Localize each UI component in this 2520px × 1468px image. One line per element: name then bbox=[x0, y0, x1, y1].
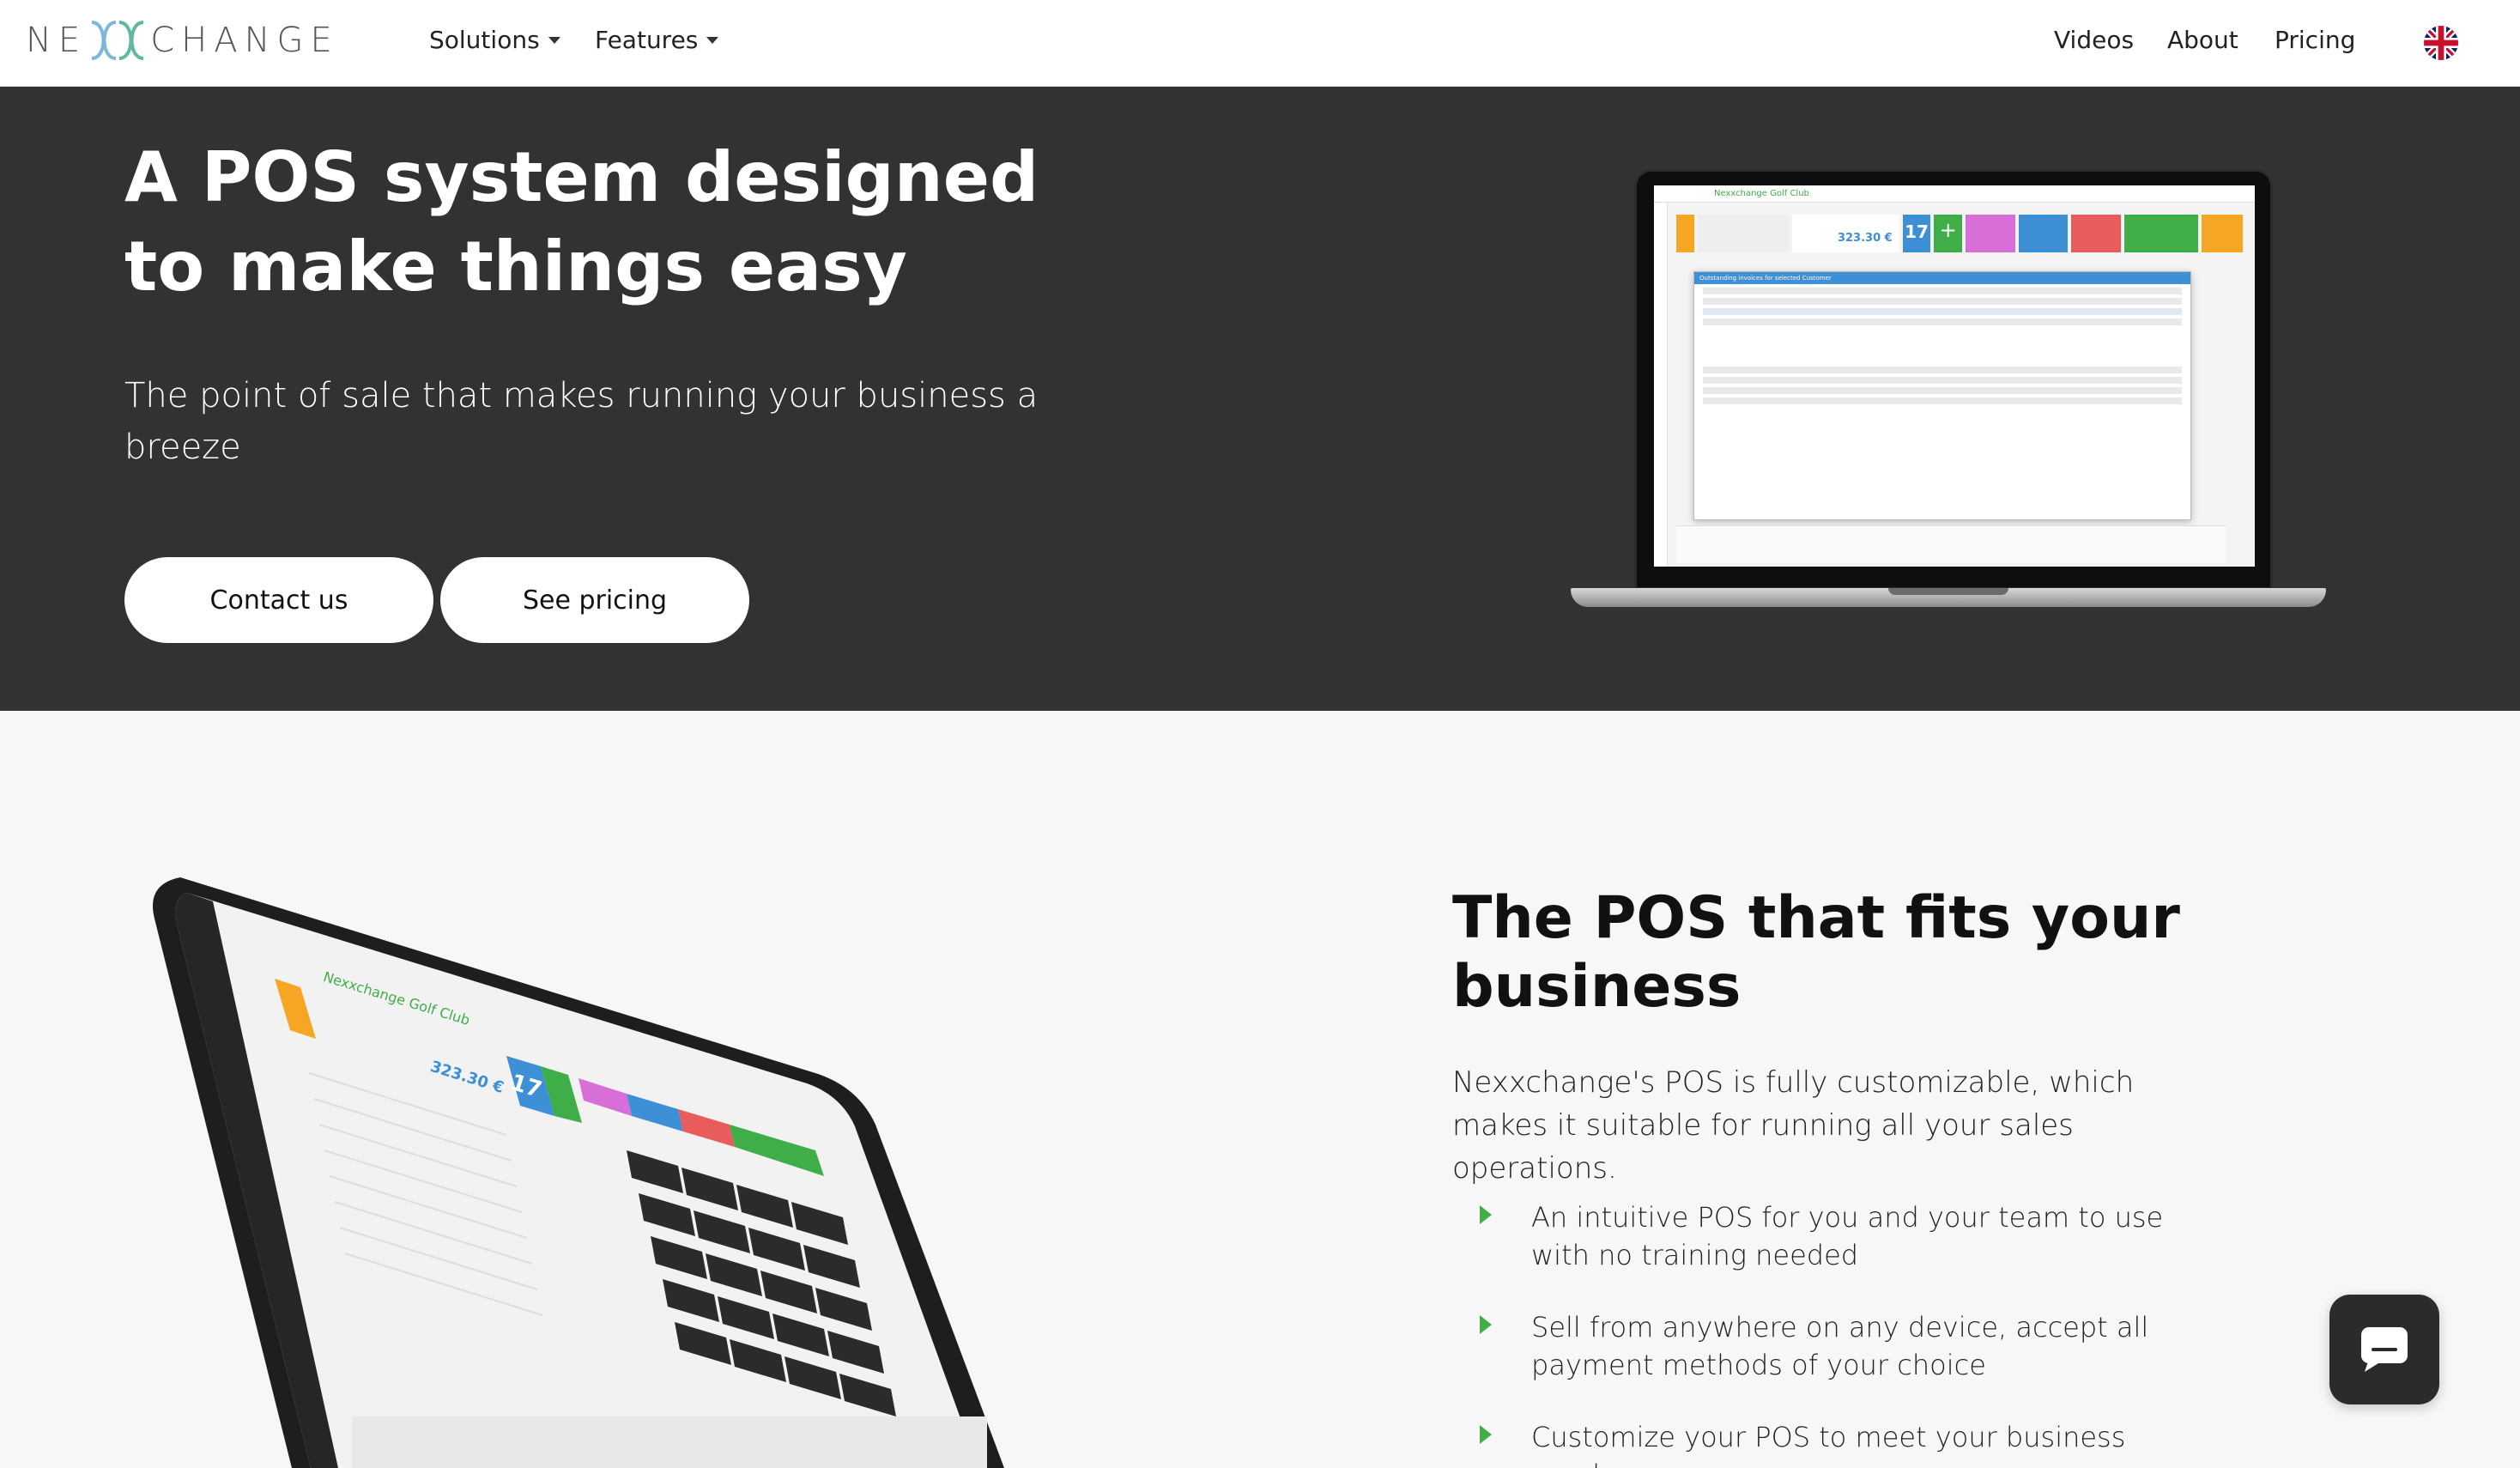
nav-features-menu[interactable]: Features bbox=[595, 26, 719, 54]
pos-tab-payment bbox=[2123, 215, 2199, 252]
nav-solutions-label: Solutions bbox=[429, 26, 540, 54]
laptop-lid: Nexxchange Golf Club 323.30 € 17 + Outst… bbox=[1634, 169, 2273, 590]
laptop-notch bbox=[1888, 588, 2008, 595]
section-title: The POS that fits your business bbox=[1452, 884, 2180, 1021]
pos-toolbar: 323.30 € 17 + bbox=[1676, 215, 2243, 252]
nav-about-link[interactable]: About bbox=[2167, 26, 2238, 54]
pos-amount: 323.30 € bbox=[1791, 215, 1899, 252]
chat-bubble-icon bbox=[2361, 1327, 2408, 1372]
laptop-pos-mockup: Nexxchange Golf Club 323.30 € 17 + Outst… bbox=[1571, 169, 2326, 710]
pos-bottom-bar bbox=[1676, 525, 2226, 563]
pos-reception-tile bbox=[1698, 215, 1789, 252]
pos-tab-extra bbox=[2202, 215, 2243, 252]
nav-pricing-link[interactable]: Pricing bbox=[2275, 26, 2355, 54]
hero-title-line1: A POS system designed bbox=[124, 137, 1039, 217]
contact-us-button[interactable]: Contact us bbox=[124, 557, 433, 643]
tablet-pos-mockup: Nexxchange Golf Club 323.30 € 17 bbox=[146, 867, 1004, 1468]
feature-bullet-text: Customize your POS to meet your business… bbox=[1531, 1421, 2126, 1468]
pos-app-name: Nexxchange Golf Club bbox=[1714, 189, 1809, 198]
pos-modal-title: Outstanding invoices for selected Custom… bbox=[1694, 272, 2190, 284]
pos-tab-scan bbox=[2071, 215, 2121, 252]
bullet-arrow-icon bbox=[1480, 1315, 1492, 1334]
chevron-down-icon bbox=[706, 36, 719, 44]
pos-add-icon: + bbox=[1934, 215, 1962, 252]
nexxchange-logo[interactable]: NE CHANGE bbox=[26, 17, 339, 64]
hero-title: A POS system designed to make things eas… bbox=[124, 133, 1154, 312]
pos-tab-search bbox=[2018, 215, 2069, 252]
laptop-screen: Nexxchange Golf Club 323.30 € 17 + Outst… bbox=[1654, 185, 2255, 567]
chat-widget-button[interactable] bbox=[2329, 1295, 2439, 1404]
nav-videos-link[interactable]: Videos bbox=[2054, 26, 2134, 54]
logo-text-right: CHANGE bbox=[150, 21, 339, 60]
pos-menu-tile bbox=[1676, 215, 1695, 252]
section-description: Nexxchange's POS is fully customizable, … bbox=[1452, 1065, 2135, 1186]
nav-solutions-menu[interactable]: Solutions bbox=[429, 26, 560, 54]
nav-about-label: About bbox=[2167, 26, 2238, 54]
bullet-arrow-icon bbox=[1480, 1425, 1492, 1444]
nav-features-label: Features bbox=[595, 26, 699, 54]
see-pricing-button[interactable]: See pricing bbox=[440, 557, 749, 643]
nav-pricing-label: Pricing bbox=[2275, 26, 2356, 54]
uk-flag-icon[interactable] bbox=[2424, 26, 2458, 60]
feature-bullet-text: Sell from anywhere on any device, accept… bbox=[1531, 1311, 2149, 1381]
bullet-arrow-icon bbox=[1480, 1205, 1492, 1224]
hero-title-line2: to make things easy bbox=[124, 227, 907, 306]
logo-text-left: NE bbox=[26, 21, 88, 60]
pos-sidebar bbox=[1654, 203, 1668, 567]
pos-counter: 17 bbox=[1902, 215, 1931, 252]
chevron-down-icon bbox=[548, 36, 560, 44]
hero-section: A POS system designed to make things eas… bbox=[0, 87, 2520, 711]
hero-subtitle: The point of sale that makes running you… bbox=[124, 376, 1039, 467]
pos-tab-take bbox=[1965, 215, 2015, 252]
pos-invoices-modal: Outstanding invoices for selected Custom… bbox=[1693, 271, 2191, 520]
pos-app-header: Nexxchange Golf Club bbox=[1654, 185, 2255, 203]
logo-xx-icon bbox=[91, 21, 144, 60]
nav-videos-label: Videos bbox=[2054, 26, 2135, 54]
top-navigation: NE CHANGE Solutions Features Videos Abou… bbox=[0, 0, 2520, 87]
feature-bullet-text: An intuitive POS for you and your team t… bbox=[1531, 1201, 2164, 1271]
